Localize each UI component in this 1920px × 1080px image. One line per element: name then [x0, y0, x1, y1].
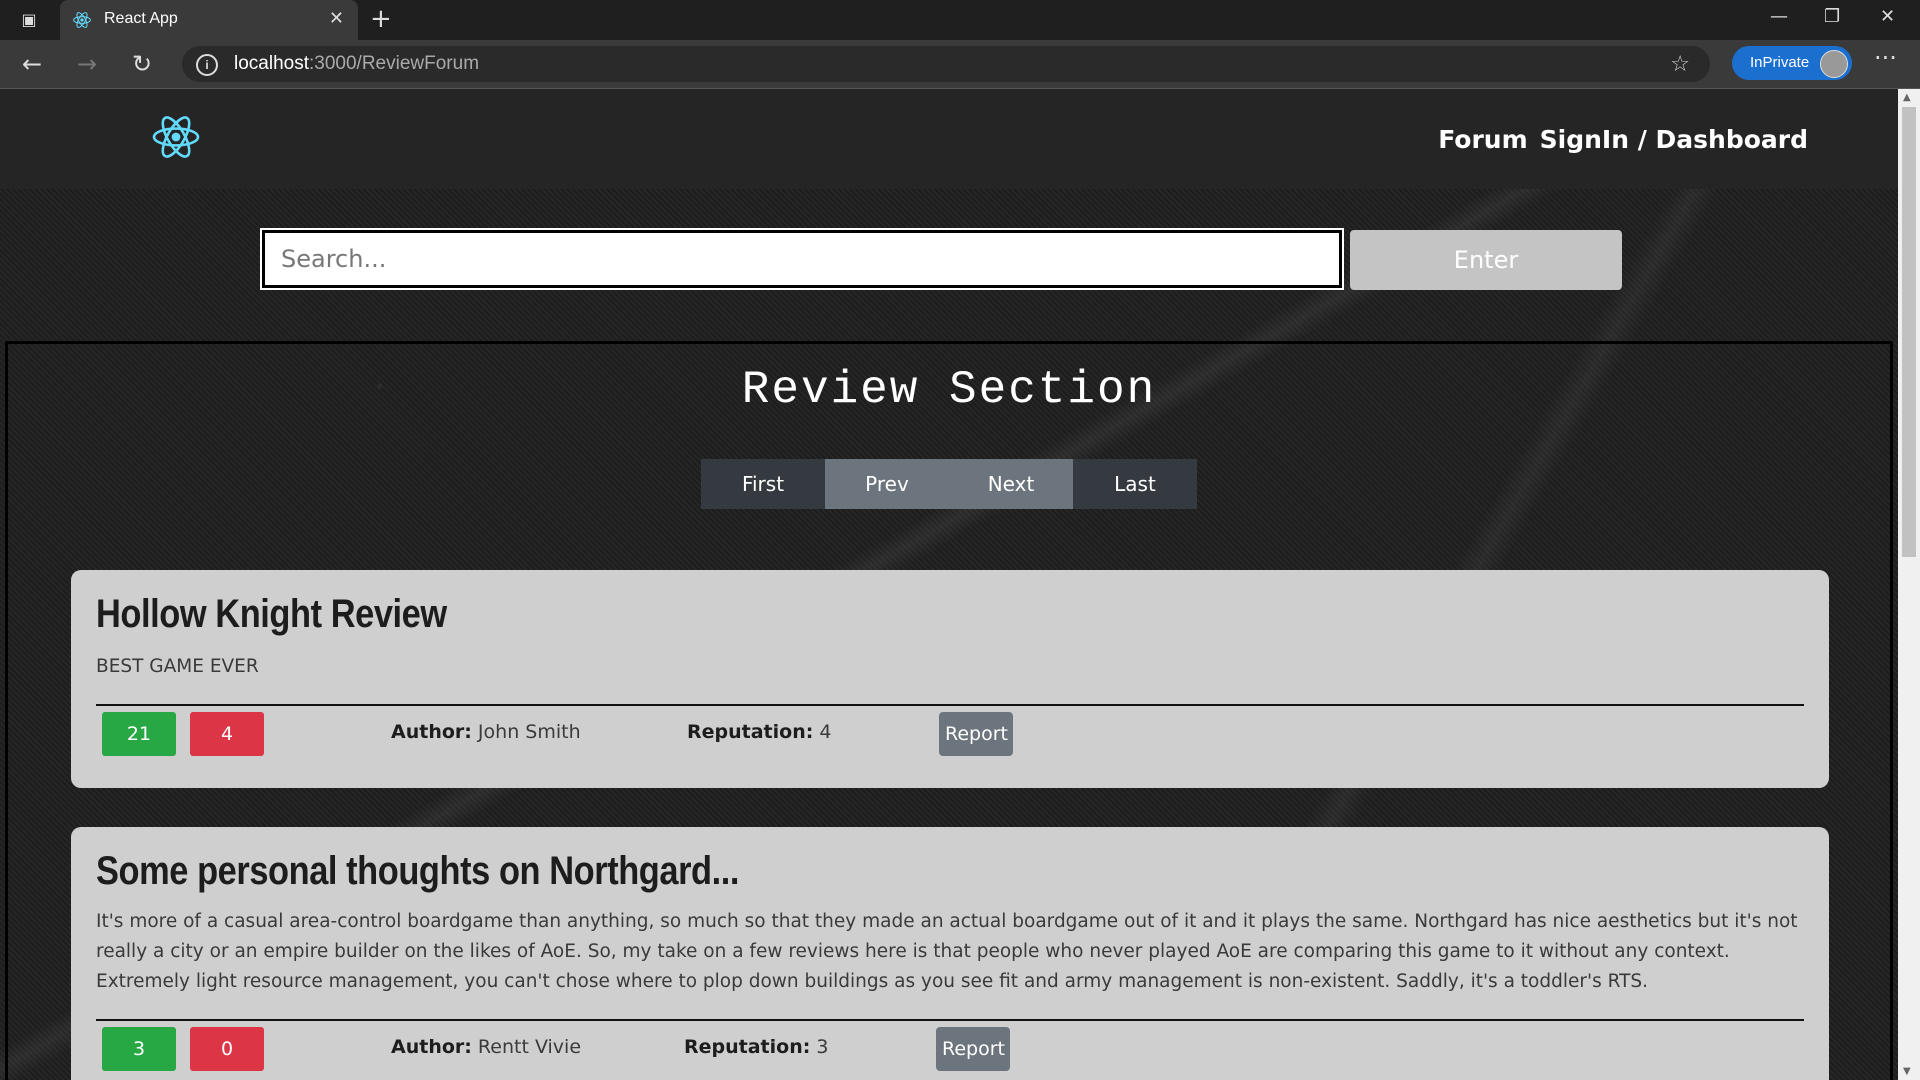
nav-link-forum[interactable]: Forum [1438, 125, 1527, 154]
review-divider [96, 1019, 1804, 1021]
review-author: Author: John Smith [391, 721, 581, 743]
author-label: Author: [391, 1036, 472, 1058]
url-path: :3000/ReviewForum [309, 53, 480, 74]
more-menu-icon[interactable]: ··· [1874, 44, 1897, 72]
minimize-button[interactable]: — [1770, 6, 1788, 27]
report-button[interactable]: Report [936, 1027, 1010, 1071]
review-author: Author: Rentt Vivie [391, 1036, 581, 1058]
page-scrollbar[interactable]: ▲ ▼ [1898, 89, 1920, 1080]
browser-tab[interactable]: React App ✕ [60, 0, 358, 40]
review-body: BEST GAME EVER [96, 656, 259, 677]
profile-avatar [1820, 50, 1848, 78]
react-logo-icon[interactable] [148, 112, 204, 162]
inprivate-button[interactable]: InPrivate [1732, 46, 1852, 80]
site-info-icon[interactable]: i [196, 54, 218, 76]
tab-close-icon[interactable]: ✕ [329, 8, 344, 29]
reputation-label: Reputation: [684, 1036, 811, 1058]
report-button[interactable]: Report [939, 712, 1013, 756]
url-text: localhost:3000/ReviewForum [234, 53, 479, 75]
pager-next-button[interactable]: Next [949, 459, 1073, 509]
review-title: Hollow Knight Review [96, 592, 447, 636]
favorites-icon[interactable]: ☆ [1670, 52, 1690, 77]
tab-actions-icon[interactable]: ▣ [18, 9, 40, 31]
url-input[interactable]: i localhost:3000/ReviewForum ☆ [182, 46, 1710, 82]
review-body: It's more of a casual area-control board… [96, 911, 1798, 992]
close-window-button[interactable]: ✕ [1880, 6, 1895, 27]
url-host: localhost [234, 53, 309, 74]
downvote-button[interactable]: 4 [190, 712, 264, 756]
pager-first-button[interactable]: First [701, 459, 825, 509]
scroll-up-icon[interactable]: ▲ [1903, 92, 1911, 103]
address-bar-row: ← → ↻ i localhost:3000/ReviewForum ☆ InP… [0, 40, 1920, 89]
tab-title: React App [104, 10, 178, 27]
section-title: Review Section [741, 364, 1157, 416]
review-card: Hollow Knight Review BEST GAME EVER 21 4… [71, 570, 1829, 788]
author-name: Rentt Vivie [477, 1036, 582, 1058]
new-tab-button[interactable]: + [370, 4, 392, 34]
pager-last-button[interactable]: Last [1073, 459, 1197, 509]
search-enter-button[interactable]: Enter [1350, 230, 1622, 290]
author-name: John Smith [477, 721, 581, 743]
upvote-button[interactable]: 21 [102, 712, 176, 756]
reputation-value: 4 [819, 721, 832, 743]
nav-links: Forum SignIn / Dashboard [1438, 125, 1808, 154]
browser-tab-bar: ▣ React App ✕ + — ❐ ✕ [0, 0, 1920, 40]
review-reputation: Reputation: 4 [687, 721, 831, 743]
inprivate-label: InPrivate [1750, 54, 1810, 71]
pager-prev-button[interactable]: Prev [825, 459, 949, 509]
site-navbar: Forum SignIn / Dashboard [0, 89, 1898, 189]
nav-link-signin-dashboard[interactable]: SignIn / Dashboard [1540, 125, 1808, 154]
upvote-button[interactable]: 3 [102, 1027, 176, 1071]
back-button[interactable]: ← [22, 50, 42, 78]
reputation-label: Reputation: [687, 721, 814, 743]
react-favicon-icon [73, 12, 91, 28]
author-label: Author: [391, 721, 472, 743]
review-divider [96, 704, 1804, 706]
review-reputation: Reputation: 3 [684, 1036, 828, 1058]
forward-button[interactable]: → [77, 50, 97, 78]
pagination: First Prev Next Last [701, 459, 1197, 509]
scroll-thumb[interactable] [1902, 107, 1916, 557]
reload-button[interactable]: ↻ [132, 50, 152, 78]
review-section: Review Section First Prev Next Last Holl… [5, 341, 1893, 1080]
review-title: Some personal thoughts on Northgard... [96, 849, 740, 893]
scroll-down-icon[interactable]: ▼ [1903, 1066, 1911, 1077]
restore-button[interactable]: ❐ [1824, 6, 1840, 27]
reputation-value: 3 [816, 1036, 829, 1058]
downvote-button[interactable]: 0 [190, 1027, 264, 1071]
page-viewport: Forum SignIn / Dashboard Enter Review Se… [0, 89, 1898, 1080]
review-card: Some personal thoughts on Northgard... I… [71, 827, 1829, 1080]
search-input[interactable] [260, 228, 1344, 290]
